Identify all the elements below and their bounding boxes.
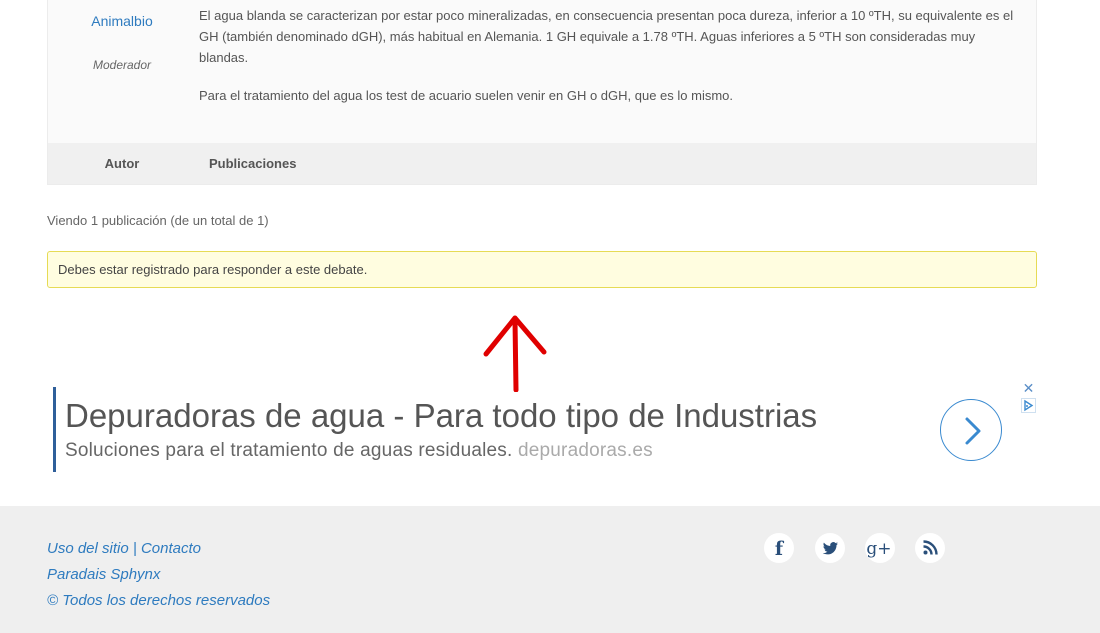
google-plus-button[interactable]: g+ [865, 533, 895, 563]
pagination-count: Viendo 1 publicación (de un total de 1) [47, 213, 269, 228]
post-content: El agua blanda se caracterizan por estar… [199, 5, 1025, 123]
rss-icon [923, 540, 938, 555]
post-paragraph: El agua blanda se caracterizan por estar… [199, 8, 1014, 65]
login-required-notice: Debes estar registrado para responder a … [47, 251, 1037, 288]
ad-headline[interactable]: Depuradoras de agua - Para todo tipo de … [65, 397, 817, 435]
footer-site-name[interactable]: Paradais Sphynx [47, 566, 160, 583]
ad-domain: depuradoras.es [517, 440, 653, 461]
svg-text:f: f [775, 538, 785, 560]
footer-link-contact[interactable]: Contacto [141, 540, 201, 557]
twitter-button[interactable] [815, 533, 845, 563]
ad-open-button[interactable] [940, 399, 1002, 461]
adchoices-icon[interactable] [1021, 398, 1036, 413]
footer-link-usage[interactable]: Uso del sitio [47, 540, 129, 557]
facebook-button[interactable]: f [764, 533, 794, 563]
ad-accent-bar [53, 387, 56, 472]
red-arrow-icon [483, 315, 547, 392]
ad-description-text: Soluciones para el tratamiento de aguas … [65, 440, 513, 461]
google-plus-icon: g+ [866, 539, 891, 559]
forum-post: Animalbio Moderador El agua blanda se ca… [47, 0, 1037, 185]
ad-close-icon[interactable]: ✕ [1021, 381, 1036, 395]
site-footer: Uso del sitio | Contacto Paradais Sphynx… [0, 506, 1100, 633]
topic-table-footer: Autor Publicaciones [48, 143, 1036, 184]
column-header-posts: Publicaciones [209, 156, 297, 171]
facebook-icon: f [775, 538, 785, 560]
footer-separator: | [132, 540, 137, 557]
twitter-icon [822, 542, 838, 555]
svg-text:g+: g+ [866, 539, 891, 559]
text-advertisement[interactable]: Depuradoras de agua - Para todo tipo de … [53, 381, 1038, 473]
post-paragraph: Para el tratamiento del agua los test de… [199, 88, 734, 103]
rss-button[interactable] [915, 533, 945, 563]
footer-links: Uso del sitio | Contacto Paradais Sphynx… [47, 536, 270, 614]
author-name-link[interactable]: Animalbio [48, 13, 196, 29]
author-role: Moderador [92, 58, 152, 72]
chevron-right-icon [965, 417, 981, 445]
ad-description[interactable]: Soluciones para el tratamiento de aguas … [65, 440, 653, 462]
footer-copyright[interactable]: © Todos los derechos reservados [47, 592, 270, 609]
column-header-author: Autor [104, 156, 140, 171]
